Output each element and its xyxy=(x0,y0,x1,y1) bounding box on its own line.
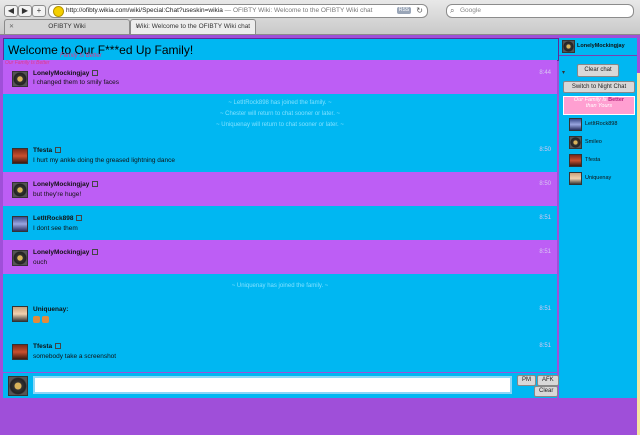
avatar[interactable] xyxy=(12,344,28,360)
close-tab-icon[interactable]: ✕ xyxy=(135,20,140,34)
browser-toolbar: ◀ ▶ + http://ofibty.wikia.com/wiki/Speci… xyxy=(0,0,640,35)
message-time: 8:51 xyxy=(539,306,551,312)
reload-icon[interactable]: ↻ xyxy=(416,6,423,15)
message-username[interactable]: LetItRock898 xyxy=(33,215,83,222)
tab-label: OFIBTY Wiki xyxy=(48,23,86,30)
my-avatar xyxy=(8,376,28,396)
message-time: 8:51 xyxy=(539,343,551,349)
afk-button[interactable]: AFK xyxy=(537,375,559,386)
avatar[interactable] xyxy=(12,182,28,198)
address-bar[interactable]: http://ofibty.wikia.com/wiki/Special:Cha… xyxy=(48,4,428,18)
avatar xyxy=(569,118,582,131)
chevron-down-icon[interactable]: ▾ xyxy=(562,69,565,76)
chat-message-input[interactable] xyxy=(33,376,512,394)
message-time: 8:51 xyxy=(539,215,551,221)
message-time: 8:44 xyxy=(539,70,551,76)
chat-message: Uniquenay: 8:51 xyxy=(3,298,557,334)
sidebar-user-name: Tfesta xyxy=(585,157,601,163)
clear-button[interactable]: Clear xyxy=(534,386,559,397)
chat-message: Tfesta somebody take a screenshot 8:51 xyxy=(3,335,557,369)
avatar[interactable] xyxy=(12,71,28,87)
search-box[interactable]: ⌕ Google xyxy=(446,4,634,18)
chat-message: LonelyMockingjay I changed them to smily… xyxy=(3,60,557,94)
avatar xyxy=(569,172,582,185)
sidebar-user-name: Smileo xyxy=(585,139,602,145)
promo-banner[interactable]: Our Family Is Better than Yours xyxy=(563,96,635,115)
chat-logo: Our Family Is Better xyxy=(5,60,50,66)
user-sidebar: LonelyMockingjay ▾ Clear chat Switch to … xyxy=(559,38,637,398)
chat-input-bar: PM AFK Clear xyxy=(3,373,559,398)
sidebar-user[interactable]: LetItRock898 xyxy=(559,116,637,134)
message-text: I dont see them xyxy=(33,225,78,232)
inline-alert: ~ LetItRock898 has joined the family. ~ xyxy=(228,100,332,106)
sidebar-user[interactable]: Uniquenay xyxy=(559,170,637,188)
avatar xyxy=(562,40,575,53)
emoticon-icon xyxy=(42,316,49,323)
message-username[interactable]: LonelyMockingjay xyxy=(33,249,99,256)
new-tab-icon[interactable]: + xyxy=(32,5,46,17)
message-username[interactable]: Uniquenay: xyxy=(33,306,68,313)
search-icon: ⌕ xyxy=(450,6,455,15)
inline-alert: ~ Uniquenay will return to chat sooner o… xyxy=(216,122,344,128)
message-time: 8:51 xyxy=(539,249,551,255)
site-favicon-icon xyxy=(53,6,64,17)
chat-message: LonelyMockingjay ouch 8:51 xyxy=(3,240,557,274)
rss-icon[interactable]: RSS xyxy=(397,7,411,14)
tab-ofibty-wiki[interactable]: ✕ OFIBTY Wiki xyxy=(4,19,130,34)
chat-message: Tfesta I hurt my ankle doing the greased… xyxy=(3,138,557,172)
tab-chat[interactable]: ✕ Wiki: Welcome to the OFIBTY Wiki chat xyxy=(130,19,256,34)
emoticon-icon xyxy=(33,316,40,323)
message-text: somebody take a screenshot xyxy=(33,353,117,360)
sidebar-user-name: LetItRock898 xyxy=(585,121,618,127)
forward-icon[interactable]: ▶ xyxy=(18,5,32,17)
inline-alert: ~ Uniquenay has joined the family. ~ xyxy=(231,283,329,289)
current-user[interactable]: LonelyMockingjay xyxy=(559,38,637,56)
message-text: I changed them to smily faces xyxy=(33,79,119,86)
night-chat-button[interactable]: Switch to Night Chat xyxy=(563,81,635,93)
avatar xyxy=(569,154,582,167)
chat-container: Welcome to Our F***ed Up Family! Family … xyxy=(0,35,640,435)
message-username[interactable]: LonelyMockingjay xyxy=(33,70,99,77)
avatar[interactable] xyxy=(12,216,28,232)
address-url: http://ofibty.wikia.com/wiki/Special:Cha… xyxy=(66,7,373,14)
sidebar-user[interactable]: Smileo xyxy=(559,134,637,152)
message-time: 8:50 xyxy=(539,147,551,153)
message-username[interactable]: Tfesta xyxy=(33,147,62,154)
avatar[interactable] xyxy=(12,148,28,164)
avatar[interactable] xyxy=(12,250,28,266)
message-text: but they're huge! xyxy=(33,191,82,198)
pm-button[interactable]: PM xyxy=(517,375,536,386)
tab-label: Wiki: Welcome to the OFIBTY Wiki chat xyxy=(135,23,251,30)
sidebar-user[interactable]: Tfesta xyxy=(559,152,637,170)
avatar xyxy=(569,136,582,149)
clear-chat-button[interactable]: Clear chat xyxy=(577,64,619,77)
message-list[interactable]: LonelyMockingjay I changed them to smily… xyxy=(3,60,557,372)
inline-alert: ~ Chester will return to chat sooner or … xyxy=(219,111,341,117)
sidebar-user-name: Uniquenay xyxy=(585,175,612,181)
back-icon[interactable]: ◀ xyxy=(4,5,18,17)
chat-header: Welcome to Our F***ed Up Family! Family … xyxy=(3,38,559,61)
message-username[interactable]: LonelyMockingjay xyxy=(33,181,99,188)
search-placeholder: Google xyxy=(460,7,481,14)
message-emoticons xyxy=(33,316,51,325)
message-time: 8:50 xyxy=(539,181,551,187)
chat-message: LonelyMockingjay but they're huge! 8:50 xyxy=(3,172,557,206)
avatar[interactable] xyxy=(12,306,28,322)
message-text: ouch xyxy=(33,259,48,266)
close-tab-icon[interactable]: ✕ xyxy=(9,20,14,34)
header-watermark: Family Is Better xyxy=(60,53,102,59)
message-text: I hurt my ankle doing the greased lightn… xyxy=(33,157,176,164)
promo-line: than Yours xyxy=(585,103,613,109)
message-username[interactable]: Tfesta xyxy=(33,343,62,350)
chat-message: LetItRock898 I dont see them 8:51 xyxy=(3,206,557,240)
current-user-name: LonelyMockingjay xyxy=(577,43,625,49)
